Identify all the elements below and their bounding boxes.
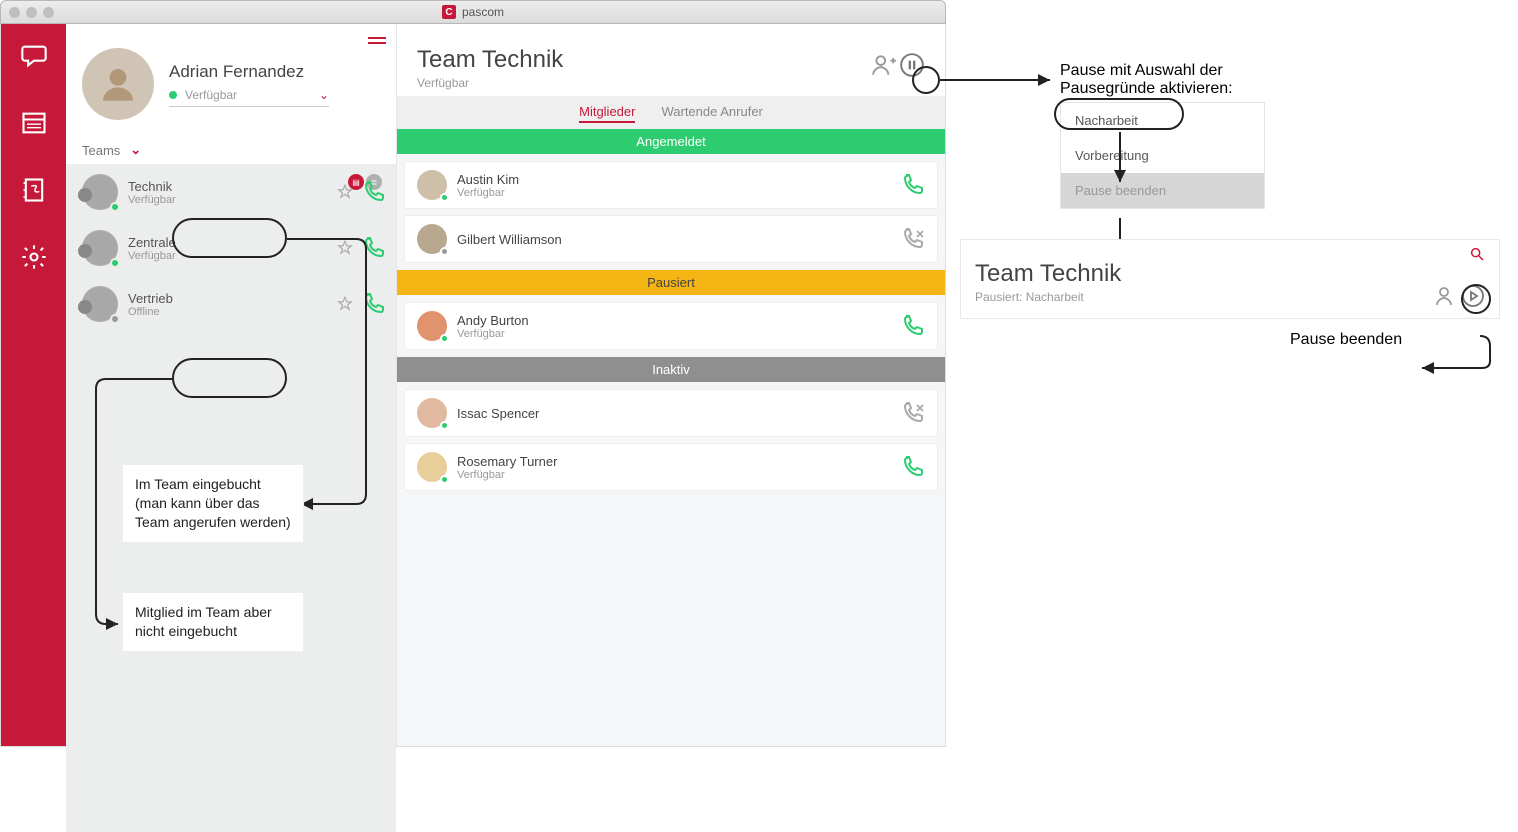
journal-icon[interactable] bbox=[20, 109, 48, 142]
minimize-icon[interactable] bbox=[26, 7, 37, 18]
avatar bbox=[417, 311, 447, 341]
team-title: Team Technik bbox=[417, 46, 563, 74]
pause-reason-option[interactable]: Vorbereitung bbox=[1061, 138, 1264, 173]
team-header-paused: Team Technik Pausiert: Nacharbeit bbox=[960, 239, 1500, 319]
member-status: Verfügbar bbox=[457, 469, 557, 481]
chat-icon[interactable] bbox=[20, 42, 48, 75]
team-tabs: Mitglieder Wartende Anrufer bbox=[397, 96, 945, 129]
login-team-icon[interactable] bbox=[1435, 284, 1459, 308]
login-team-icon[interactable] bbox=[871, 52, 897, 78]
teams-section-header[interactable]: Teams ⌄ bbox=[66, 130, 396, 164]
team-title: Team Technik bbox=[975, 260, 1485, 288]
annotation-arrow bbox=[1110, 132, 1130, 192]
call-icon[interactable] bbox=[362, 180, 386, 204]
pause-end-option[interactable]: Pause beenden bbox=[1061, 173, 1264, 208]
profile-status-select[interactable]: Verfügbar ⌄ bbox=[169, 88, 329, 107]
call-unavailable-icon[interactable] bbox=[901, 401, 925, 425]
avatar bbox=[82, 48, 154, 120]
chevron-down-icon: ⌄ bbox=[319, 88, 329, 102]
member-row[interactable]: Issac Spencer bbox=[405, 390, 937, 436]
profile-name: Adrian Fernandez bbox=[169, 62, 329, 82]
team-status: Pausiert: Nacharbeit bbox=[975, 290, 1485, 304]
member-name: Austin Kim bbox=[457, 172, 519, 187]
zoom-icon[interactable] bbox=[43, 7, 54, 18]
call-unavailable-icon[interactable] bbox=[901, 227, 925, 251]
member-name: Rosemary Turner bbox=[457, 454, 557, 469]
team-status: Verfügbar bbox=[417, 76, 563, 90]
annotation-oval bbox=[1054, 98, 1184, 130]
app-logo-icon: C bbox=[442, 5, 456, 19]
profile-block: Adrian Fernandez Verfügbar ⌄ bbox=[66, 24, 396, 130]
expand-handle-icon[interactable] bbox=[368, 34, 386, 47]
avatar bbox=[417, 398, 447, 428]
call-icon[interactable] bbox=[901, 173, 925, 197]
chevron-down-icon: ⌄ bbox=[130, 142, 141, 158]
avatar bbox=[417, 170, 447, 200]
section-loggedin: Angemeldet bbox=[397, 129, 945, 154]
member-status: Verfügbar bbox=[457, 187, 519, 199]
profile-status-text: Verfügbar bbox=[185, 88, 237, 102]
window-title: C pascom bbox=[442, 5, 504, 19]
annotation-oval bbox=[912, 66, 940, 94]
app-window: Adrian Fernandez Verfügbar ⌄ Teams ⌄ ▤ ≣… bbox=[0, 24, 946, 747]
member-row[interactable]: Austin Kim Verfügbar bbox=[405, 162, 937, 208]
annotation-oval bbox=[1461, 284, 1491, 314]
team-detail-pane: Team Technik Verfügbar Mitglieder Warten… bbox=[396, 24, 945, 746]
annotation-not-booked: Mitglied im Team aber nicht eingebucht bbox=[122, 592, 304, 652]
nav-sidebar bbox=[1, 24, 66, 746]
member-row[interactable]: Andy Burton Verfügbar bbox=[405, 303, 937, 349]
pause-heading: Pause mit Auswahl der Pausegründe aktivi… bbox=[1060, 62, 1320, 98]
teams-section-label: Teams bbox=[82, 143, 120, 158]
team-name: Technik bbox=[128, 179, 176, 194]
team-header: Team Technik Verfügbar bbox=[397, 24, 945, 96]
avatar bbox=[417, 452, 447, 482]
explanation-column: Pause mit Auswahl der Pausegründe aktivi… bbox=[960, 0, 1500, 349]
traffic-lights[interactable] bbox=[9, 7, 54, 18]
favorite-icon[interactable] bbox=[336, 183, 354, 201]
tab-members[interactable]: Mitglieder bbox=[579, 104, 635, 123]
member-row[interactable]: Rosemary Turner Verfügbar bbox=[405, 444, 937, 490]
annotation-arrow bbox=[940, 70, 1080, 90]
section-paused: Pausiert bbox=[397, 270, 945, 295]
member-status: Verfügbar bbox=[457, 328, 529, 340]
status-available-icon bbox=[169, 91, 177, 99]
close-icon[interactable] bbox=[9, 7, 20, 18]
phonebook-icon[interactable] bbox=[20, 176, 48, 209]
member-row[interactable]: Gilbert Williamson bbox=[405, 216, 937, 262]
member-name: Andy Burton bbox=[457, 313, 529, 328]
search-icon[interactable] bbox=[1469, 246, 1485, 267]
member-name: Gilbert Williamson bbox=[457, 232, 562, 247]
annotation-arrow bbox=[1420, 336, 1500, 376]
window-title-text: pascom bbox=[462, 5, 504, 19]
tab-waiting[interactable]: Wartende Anrufer bbox=[661, 104, 762, 123]
call-icon[interactable] bbox=[901, 455, 925, 479]
member-name: Issac Spencer bbox=[457, 406, 539, 421]
avatar bbox=[417, 224, 447, 254]
section-inactive: Inaktiv bbox=[397, 357, 945, 382]
annotation-booked: Im Team eingebucht (man kann über das Te… bbox=[122, 464, 304, 543]
call-icon[interactable] bbox=[901, 314, 925, 338]
teams-pane: Adrian Fernandez Verfügbar ⌄ Teams ⌄ ▤ ≣… bbox=[66, 24, 396, 746]
settings-icon[interactable] bbox=[20, 243, 48, 276]
window-titlebar: C pascom bbox=[0, 0, 946, 24]
